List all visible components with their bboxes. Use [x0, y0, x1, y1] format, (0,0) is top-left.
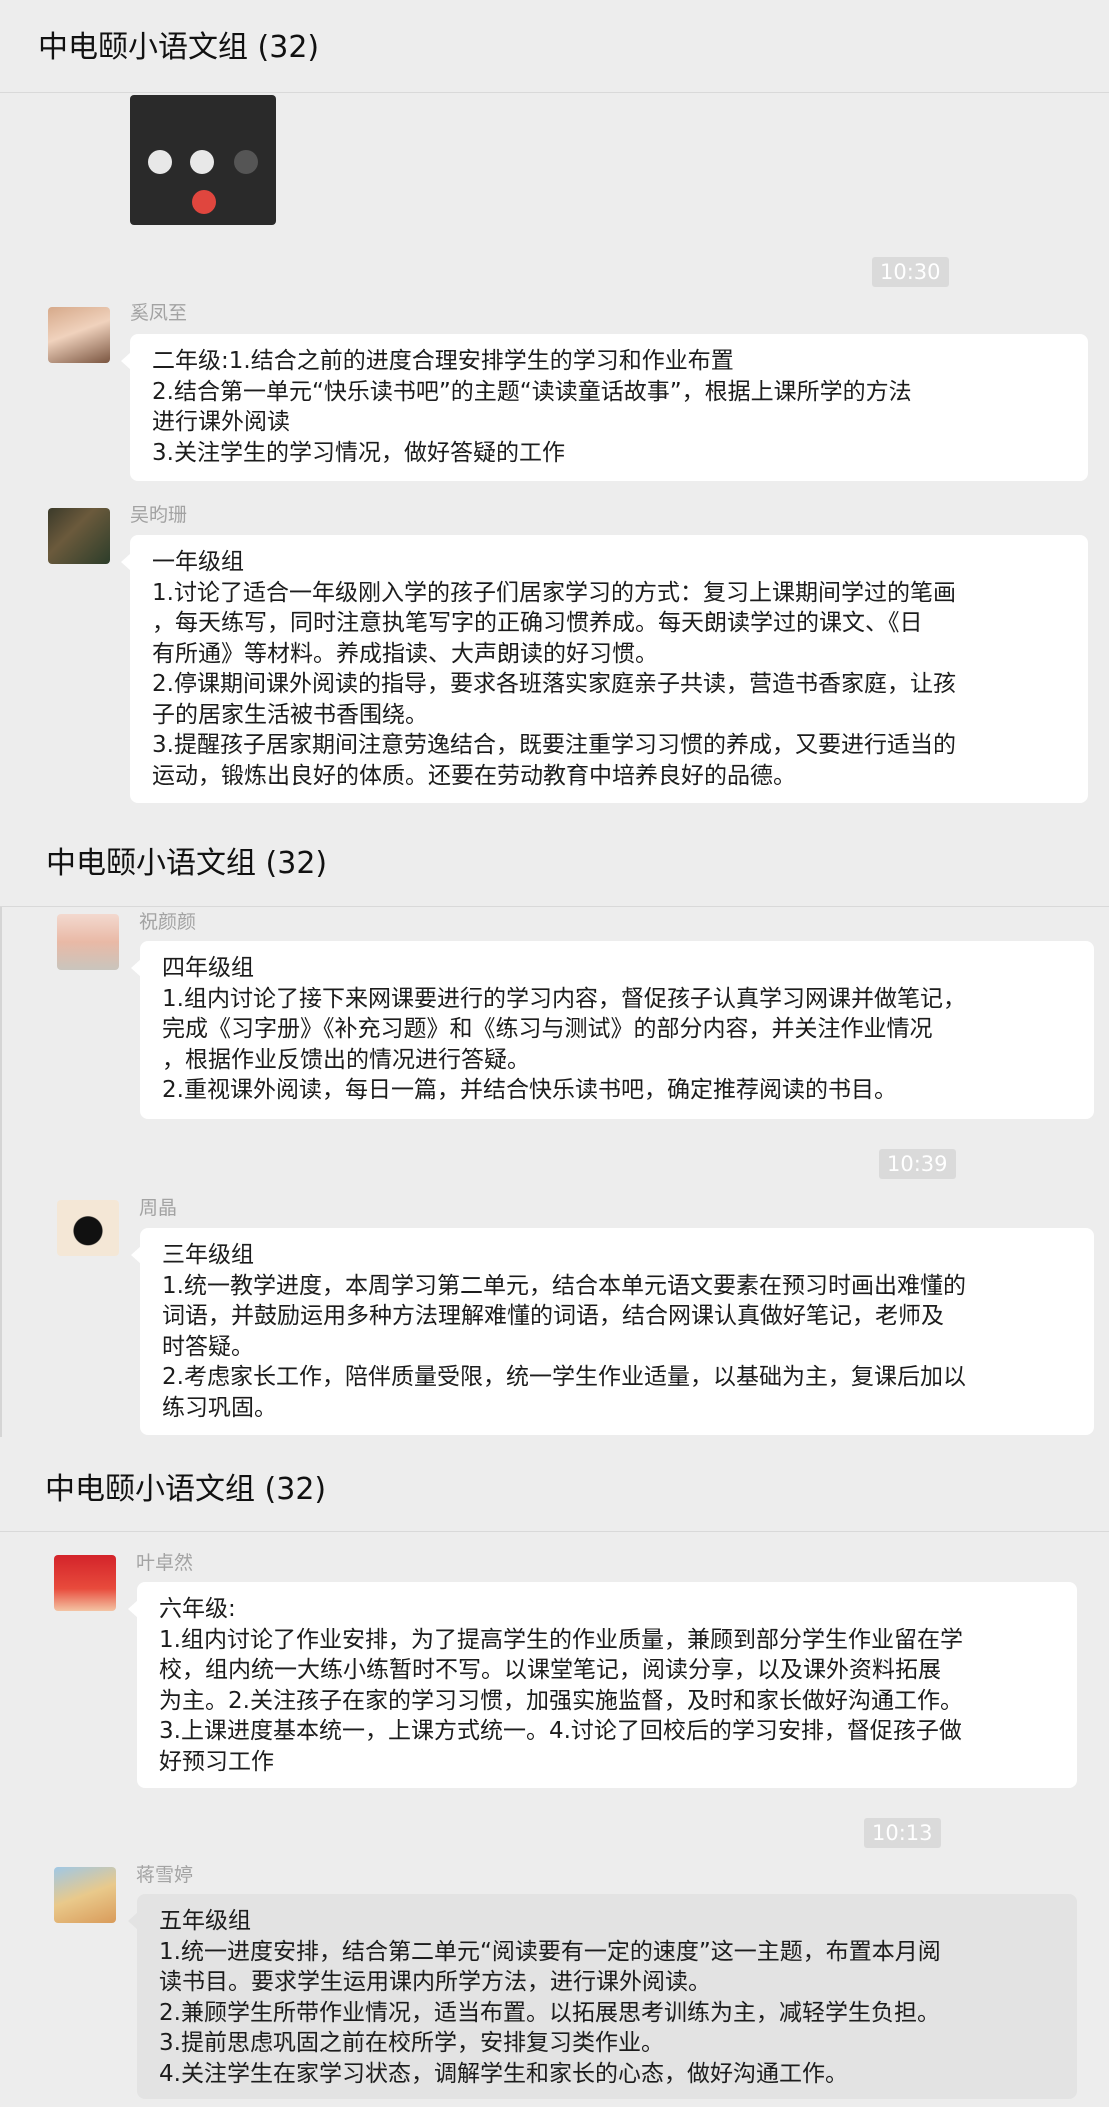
speaker-icon	[190, 150, 214, 174]
chat-title: 中电颐小语文组 (32)	[46, 846, 328, 881]
avatar[interactable]	[48, 508, 110, 564]
message-bubble[interactable]: 六年级: 1.组内讨论了作业安排，为了提高学生的作业质量，兼顾到部分学生作业留在…	[128, 1582, 1077, 1788]
message-bubble[interactable]: 四年级组 1.组内讨论了接下来网课要进行的学习内容，督促孩子认真学习网课并做笔记…	[131, 941, 1094, 1119]
mute-icon	[148, 150, 172, 174]
avatar[interactable]	[57, 914, 119, 970]
video-call-thumbnail[interactable]	[130, 95, 276, 225]
sender-name: 祝颜颜	[139, 911, 197, 933]
timestamp: 10:39	[879, 1149, 956, 1179]
chat-header: 中电颐小语文组 (32)	[0, 0, 1109, 93]
message-bubble[interactable]: 三年级组 1.统一教学进度，本周学习第二单元，结合本单元语文要素在预习时画出难懂…	[131, 1228, 1094, 1435]
chat-title: 中电颐小语文组 (32)	[45, 1472, 327, 1507]
message-bubble[interactable]: 一年级组 1.讨论了适合一年级刚入学的孩子们居家学习的方式：复习上课期间学过的笔…	[121, 535, 1088, 803]
avatar[interactable]	[54, 1867, 116, 1923]
avatar[interactable]	[54, 1555, 116, 1611]
avatar[interactable]	[48, 307, 110, 363]
timestamp: 10:13	[864, 1818, 941, 1848]
sender-name: 蒋雪婷	[136, 1864, 194, 1886]
chat-title: 中电颐小语文组 (32)	[38, 30, 320, 65]
sender-name: 周晶	[139, 1197, 178, 1219]
sender-name: 叶卓然	[136, 1552, 194, 1574]
hang-up-icon	[192, 190, 216, 214]
sender-name: 奚凤至	[130, 302, 188, 324]
chat-header: 中电颐小语文组 (32)	[0, 1438, 1109, 1532]
message-bubble-selected[interactable]: 五年级组 1.统一进度安排，结合第二单元“阅读要有一定的速度”这一主题，布置本月…	[128, 1894, 1077, 2099]
message-bubble[interactable]: 二年级:1.结合之前的进度合理安排学生的学习和作业布置 2.结合第一单元“快乐读…	[121, 334, 1088, 481]
timestamp: 10:30	[872, 257, 949, 287]
avatar[interactable]	[57, 1200, 119, 1256]
camera-icon	[234, 150, 258, 174]
chat-header: 中电颐小语文组 (32)	[0, 812, 1109, 907]
sender-name: 吴昀珊	[130, 504, 188, 526]
